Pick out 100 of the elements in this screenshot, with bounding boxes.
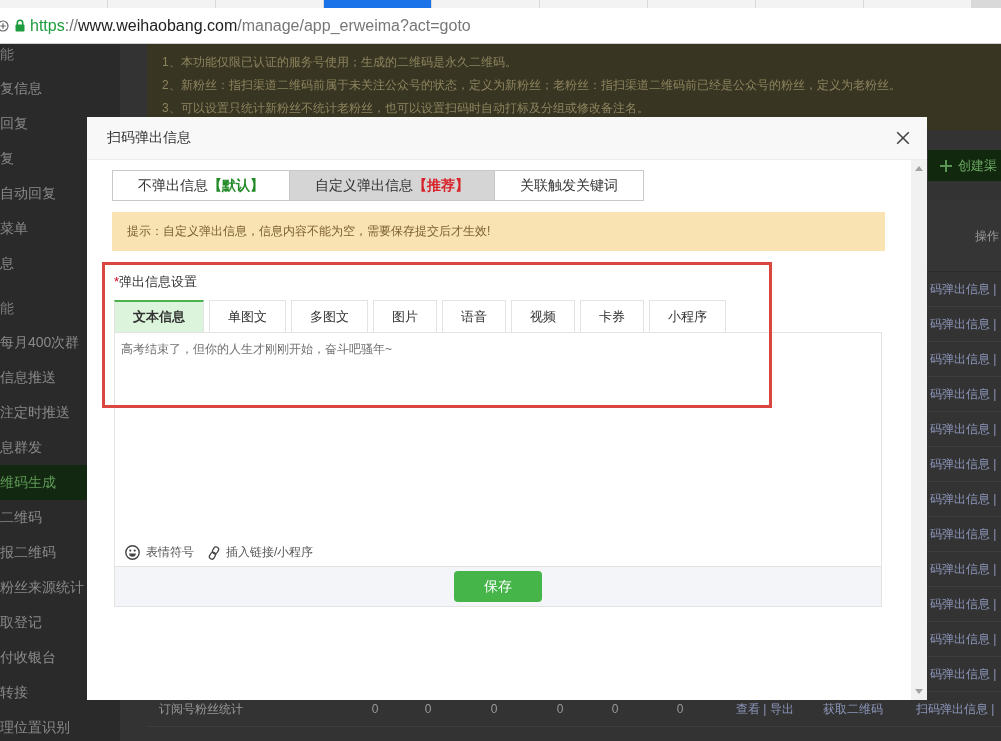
insert-link-button[interactable]: 插入链接/小程序 xyxy=(208,544,314,561)
link-separator: | xyxy=(993,281,997,296)
table-cell: 0 xyxy=(424,702,432,716)
sidebar-section-title: 能 xyxy=(0,299,14,317)
sidebar-item[interactable]: 菜单 xyxy=(0,211,87,246)
lock-icon xyxy=(15,19,25,32)
table-link[interactable]: 码弹出信息 xyxy=(930,456,990,471)
table-link[interactable]: 码弹出信息 xyxy=(930,386,990,401)
address-field[interactable]: https://www.weihaobang.com/manage/app_erweima?act=goto xyxy=(0,8,1001,44)
link-separator: | xyxy=(993,561,997,576)
notice-text: 2、新粉丝：指扫渠道二维码前属于未关注公众号的状态，定义为新粉丝；老粉丝：指扫渠道二维码前已经是公众号的粉丝，定义为老粉丝。 xyxy=(162,77,901,94)
content-type-tab[interactable]: 多图文 xyxy=(291,300,368,332)
sidebar-item[interactable]: 复 xyxy=(0,141,87,176)
save-button[interactable]: 保存 xyxy=(454,571,542,602)
scroll-down-icon[interactable] xyxy=(915,689,923,694)
browser-tab[interactable] xyxy=(108,0,215,8)
sidebar-item[interactable]: 二维码 xyxy=(0,500,87,535)
mode-tab[interactable]: 不弹出信息【默认】 xyxy=(112,170,290,201)
table-cell: 订阅号粉丝统计 xyxy=(159,701,243,716)
table-link[interactable]: 码弹出信息 xyxy=(930,491,990,506)
sidebar-section-title: 能 xyxy=(0,45,14,63)
emoji-button[interactable]: 表情符号 xyxy=(125,544,194,561)
section-label: *弹出信息设置 xyxy=(114,273,198,291)
content-type-tab[interactable]: 卡券 xyxy=(580,300,644,332)
table-link[interactable]: 码弹出信息 xyxy=(930,596,990,611)
table-cell: 0 xyxy=(676,702,684,716)
sidebar-item[interactable]: 报二维码 xyxy=(0,535,87,570)
sidebar-item[interactable]: 息 xyxy=(0,246,87,281)
browser-tab[interactable] xyxy=(540,0,647,8)
table-cell: 0 xyxy=(490,702,498,716)
smiley-icon xyxy=(125,545,140,560)
table-link[interactable]: 码弹出信息 xyxy=(930,631,990,646)
dialog-title: 扫码弹出信息 xyxy=(107,129,191,147)
link-separator: | xyxy=(993,351,997,366)
mode-tab[interactable]: 关联触发关键词 xyxy=(495,170,644,201)
notice-text: 1、本功能仅限已认证的服务号使用；生成的二维码是永久二维码。 xyxy=(162,54,517,71)
sidebar-item[interactable]: 回复 xyxy=(0,106,87,141)
sidebar-item[interactable]: 注定时推送 xyxy=(0,395,87,430)
hint-message: 提示：自定义弹出信息，信息内容不能为空，需要保存提交后才生效! xyxy=(112,212,885,251)
content-type-tab[interactable]: 语音 xyxy=(442,300,506,332)
table-link[interactable]: 扫码弹出信息 xyxy=(916,701,988,716)
sidebar-item[interactable]: 转接 xyxy=(0,675,87,710)
browser-tab[interactable] xyxy=(0,0,107,8)
sidebar-item[interactable]: 每月400次群 xyxy=(0,325,87,360)
mode-tab[interactable]: 自定义弹出信息【推荐】 xyxy=(290,170,495,201)
table-link[interactable]: 码弹出信息 xyxy=(930,526,990,541)
sidebar-item[interactable]: 粉丝来源统计 xyxy=(0,570,87,605)
plus-icon xyxy=(940,159,952,172)
table-cell: 0 xyxy=(556,702,564,716)
notice-text: 3、可以设置只统计新粉丝不统计老粉丝，也可以设置扫码时自动打标及分组或修改备注名。 xyxy=(162,100,649,117)
close-icon[interactable] xyxy=(896,131,910,145)
content-type-tab[interactable]: 视频 xyxy=(511,300,575,332)
browser-tab[interactable] xyxy=(432,0,539,8)
sidebar-item[interactable]: 信息推送 xyxy=(0,360,87,395)
content-type-tab[interactable]: 图片 xyxy=(373,300,437,332)
scrollbar[interactable] xyxy=(911,160,927,700)
browser-tab[interactable] xyxy=(648,0,755,8)
create-button[interactable]: 创建渠 xyxy=(928,150,1001,181)
link-separator: | xyxy=(993,666,997,681)
url-text: https://www.weihaobang.com/manage/app_erweima?act=goto xyxy=(30,16,471,35)
table-link[interactable]: 码弹出信息 xyxy=(930,316,990,331)
sidebar-item[interactable]: 维码生成 xyxy=(0,465,87,500)
column-header: 操作 xyxy=(975,229,999,243)
link-separator: | xyxy=(763,701,767,716)
sidebar-item[interactable]: 息群发 xyxy=(0,430,87,465)
table-link[interactable]: 码弹出信息 xyxy=(930,561,990,576)
scroll-up-icon[interactable] xyxy=(915,166,923,171)
table-link[interactable]: 码弹出信息 xyxy=(930,421,990,436)
browser-tab[interactable] xyxy=(756,0,863,8)
link-separator: | xyxy=(993,631,997,646)
table-link[interactable]: 码弹出信息 xyxy=(930,281,990,296)
browser-tab[interactable] xyxy=(324,0,431,8)
link-separator: | xyxy=(991,701,995,716)
content-type-tab[interactable]: 单图文 xyxy=(209,300,286,332)
circle-plus-icon[interactable] xyxy=(0,18,9,33)
browser-tab[interactable] xyxy=(864,0,971,8)
sidebar-item[interactable]: 理位置识别 xyxy=(0,710,87,741)
table-link[interactable]: 获取二维码 xyxy=(823,701,883,716)
content-type-tab[interactable]: 小程序 xyxy=(649,300,726,332)
link-icon xyxy=(208,544,220,561)
content-type-tab[interactable]: 文本信息 xyxy=(114,300,204,332)
link-separator: | xyxy=(993,421,997,436)
table-link[interactable]: 查看 xyxy=(736,701,760,716)
table-cell: 0 xyxy=(371,702,379,716)
table-link[interactable]: 码弹出信息 xyxy=(930,351,990,366)
browser-tab[interactable] xyxy=(216,0,323,8)
link-separator: | xyxy=(993,596,997,611)
table-link[interactable]: 导出 xyxy=(769,701,794,716)
table-link[interactable]: 码弹出信息 xyxy=(930,666,990,681)
table-cell: 0 xyxy=(611,702,619,716)
link-separator: | xyxy=(993,526,997,541)
sidebar-item[interactable]: 付收银台 xyxy=(0,640,87,675)
link-separator: | xyxy=(993,386,997,401)
link-separator: | xyxy=(993,491,997,506)
sidebar-item[interactable]: 自动回复 xyxy=(0,176,87,211)
link-separator: | xyxy=(993,316,997,331)
link-separator: | xyxy=(993,456,997,471)
message-field[interactable]: 高考结束了，但你的人生才刚刚开始，奋斗吧骚年~ xyxy=(121,340,875,544)
sidebar-item[interactable]: 取登记 xyxy=(0,605,87,640)
sidebar-item[interactable]: 复信息 xyxy=(0,71,87,106)
